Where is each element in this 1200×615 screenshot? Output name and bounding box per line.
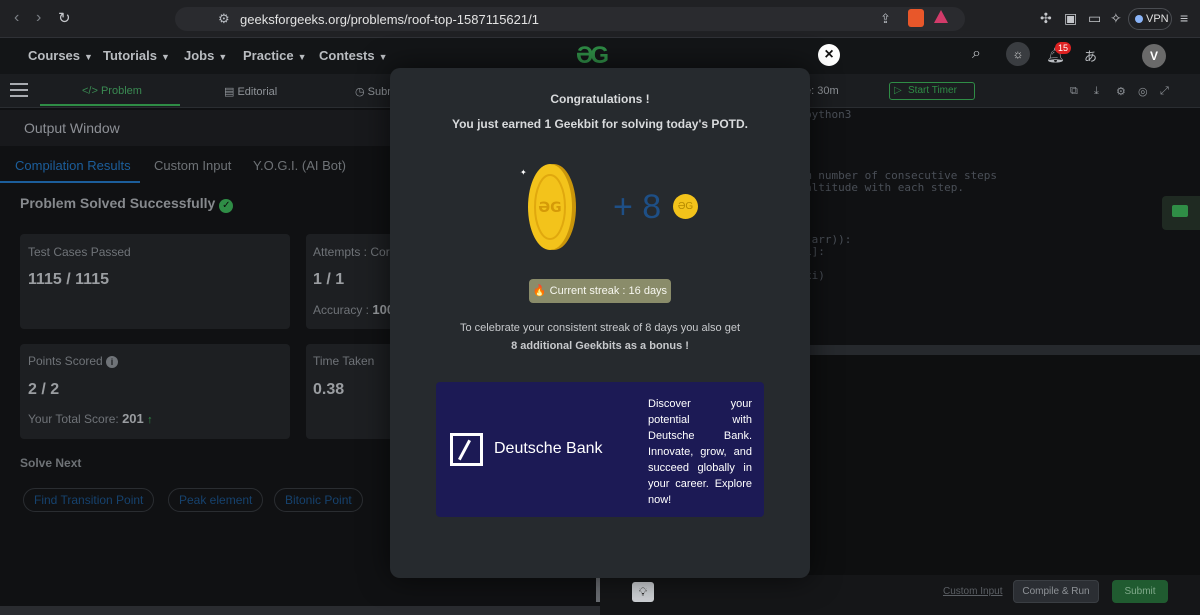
copy-icon[interactable]: ⧉ [1070, 85, 1078, 98]
chevron-down-icon: ▼ [297, 52, 307, 62]
accuracy-text: Accuracy : 100 [313, 302, 395, 317]
total-score-text: Your Total Score: 201 ↑ [28, 411, 153, 426]
nav-courses[interactable]: Courses ▼ [28, 48, 93, 63]
nav-tutorials[interactable]: Tutorials ▼ [103, 48, 170, 63]
forward-icon[interactable]: › [36, 9, 41, 27]
time-value: 0.38 [313, 381, 345, 398]
tab-yogi-bot[interactable]: Y.O.G.I. (AI Bot) [253, 158, 346, 173]
menu-icon[interactable]: ≡ [1180, 10, 1188, 26]
time-limit-text: e: 30m [805, 85, 839, 97]
avatar[interactable]: V [1142, 44, 1166, 68]
url-text[interactable]: geeksforgeeks.org/problems/roof-top-1587… [240, 12, 539, 27]
deutsche-bank-logo [450, 433, 483, 466]
solve-next-title: Solve Next [20, 456, 82, 470]
notification-badge: 15 [1055, 42, 1072, 54]
small-coin-icon: ƏG [673, 194, 698, 219]
reset-icon[interactable]: ⤓ [1094, 85, 1099, 98]
ad-brand-name: Deutsche Bank [494, 440, 603, 457]
ad-body-text: Discover your potential with Deutsche Ba… [648, 398, 752, 506]
chat-bot-button[interactable] [1162, 196, 1200, 230]
tests-label: Test Cases Passed [28, 245, 131, 259]
submit-button[interactable]: Submit [1112, 580, 1168, 603]
extensions-icon[interactable]: ✣ [1040, 10, 1052, 27]
close-modal-button[interactable]: × [818, 44, 840, 66]
search-icon[interactable]: ⌕ [972, 45, 981, 63]
tab-problem[interactable]: </> Problem [82, 85, 142, 97]
nav-contests[interactable]: Contests ▼ [319, 48, 388, 63]
brave-rewards-icon[interactable] [934, 10, 948, 23]
modal-title: Congratulations ! [550, 92, 650, 106]
site-settings-icon[interactable]: ⚙ [218, 11, 230, 27]
active-tab-indicator [40, 104, 180, 106]
attempts-value: 1 / 1 [313, 271, 345, 288]
gfg-logo[interactable]: ƏG [576, 42, 609, 70]
play-icon: ▷ [894, 85, 902, 96]
points-value: 2 / 2 [28, 381, 60, 398]
fullscreen-icon[interactable]: ⤢ [1160, 85, 1169, 98]
celebrate-text: To celebrate your consistent streak of 8… [459, 322, 741, 352]
solve-next-chip[interactable]: Peak element [168, 488, 264, 512]
info-icon: i [106, 356, 119, 368]
vpn-status-icon [1135, 15, 1143, 23]
lightbulb-icon[interactable]: 💡︎ [632, 582, 654, 602]
time-label: Time Taken [313, 354, 375, 368]
vpn-button[interactable]: VPN [1128, 8, 1172, 30]
output-window-title: Output Window [24, 120, 120, 136]
theme-toggle-icon[interactable]: ☼ [1006, 42, 1030, 66]
svg-text:ƏG: ƏG [538, 200, 561, 216]
solve-next-chip[interactable]: Find Transition Point [23, 488, 155, 512]
code-line: altitude with each step. [805, 181, 964, 194]
modal-earned-text: You just earned 1 Geekbit for solving to… [451, 117, 749, 131]
custom-input-link[interactable]: Custom Input [943, 586, 1002, 597]
solved-status: Problem Solved Successfully ✓ [20, 195, 234, 213]
share-icon[interactable]: ⇪ [880, 11, 891, 27]
vpn-label: VPN [1146, 13, 1169, 25]
theme-icon[interactable]: ◎ [1138, 85, 1148, 98]
sparkle-icon: ✦ [520, 168, 527, 177]
arrow-up-icon: ↑ [147, 414, 153, 426]
sidebar-icon[interactable]: ▣ [1064, 10, 1077, 27]
hamburger-icon[interactable] [10, 83, 28, 97]
code-line: python3 [805, 108, 852, 121]
wallet-icon[interactable]: ▭ [1088, 10, 1101, 27]
nav-practice[interactable]: Practice ▼ [243, 48, 307, 63]
points-label: Points Scored i [28, 354, 119, 368]
active-subtab-indicator [0, 181, 140, 183]
tab-compilation-results[interactable]: Compilation Results [15, 158, 131, 173]
chevron-down-icon: ▼ [378, 52, 388, 62]
leo-ai-icon[interactable]: ✧ [1110, 10, 1122, 27]
horizontal-scrollbar[interactable] [0, 606, 600, 615]
screen: ‹ › ↻ ⌑ ⚙ geeksforgeeks.org/problems/roo… [0, 0, 1200, 615]
brave-shield-icon[interactable] [908, 9, 924, 27]
nav-jobs[interactable]: Jobs ▼ [184, 48, 227, 63]
tests-value: 1115 / 1115 [28, 271, 109, 288]
chat-icon [1172, 205, 1188, 217]
start-timer-button[interactable]: ▷ Start Timer [889, 82, 975, 100]
current-streak-badge: 🔥 Current streak : 16 days [529, 279, 671, 303]
tab-custom-input[interactable]: Custom Input [154, 158, 231, 173]
geekbit-coin-icon: ƏG [528, 164, 576, 250]
settings-icon[interactable]: ⚙ [1116, 85, 1126, 98]
tab-submissions[interactable]: ◷ Subn [355, 85, 393, 98]
chevron-down-icon: ▼ [84, 52, 93, 62]
check-circle-icon: ✓ [219, 199, 234, 213]
translate-icon[interactable]: あ [1084, 46, 1097, 65]
solve-next-chip[interactable]: Bitonic Point [274, 488, 363, 512]
attempts-label: Attempts : Corr [313, 245, 394, 259]
compile-run-button[interactable]: Compile & Run [1013, 580, 1099, 603]
tab-editorial[interactable]: ▤ Editorial [224, 85, 277, 98]
reload-icon[interactable]: ↻ [58, 9, 71, 27]
back-icon[interactable]: ‹ [14, 9, 19, 27]
chevron-down-icon: ▼ [160, 52, 170, 62]
bonus-count: + 8 [613, 188, 662, 226]
editor-footer [600, 575, 1200, 615]
chevron-down-icon: ▼ [218, 52, 228, 62]
